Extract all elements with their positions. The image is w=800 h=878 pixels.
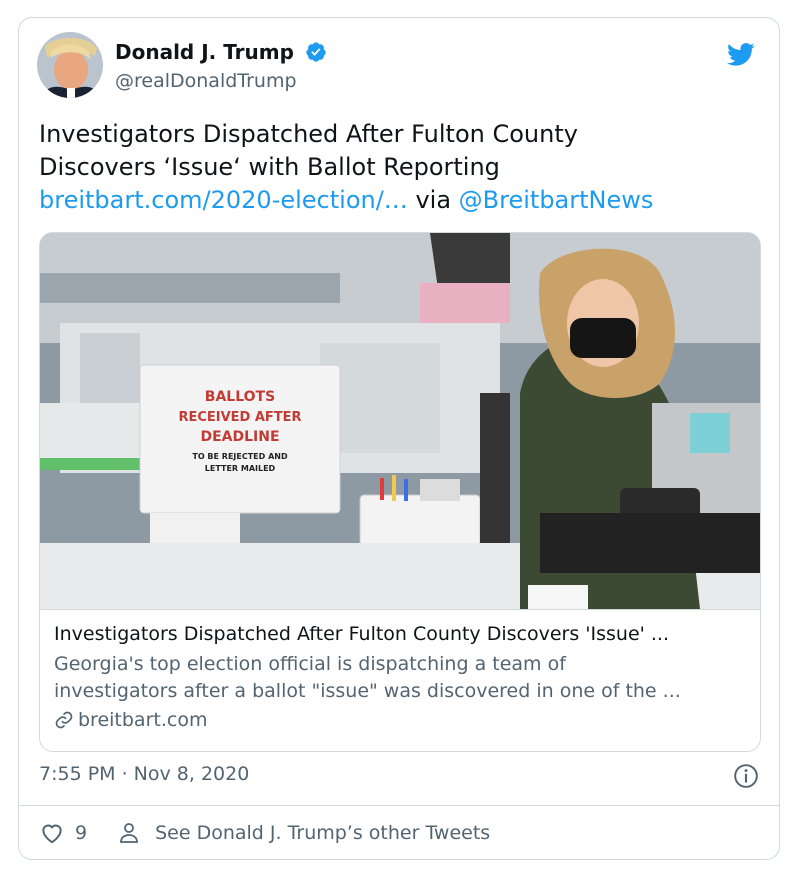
- other-tweets-link[interactable]: See Donald J. Trump’s other Tweets: [117, 820, 490, 846]
- tweet-link[interactable]: breitbart.com/2020-election/…: [39, 186, 408, 214]
- info-icon[interactable]: [733, 763, 759, 789]
- link-icon: [55, 711, 73, 729]
- link-card[interactable]: BALLOTS RECEIVED AFTER DEADLINE TO BE RE…: [39, 232, 761, 752]
- tweet-text-line-1: Investigators Dispatched After Fulton Co…: [39, 120, 578, 148]
- mention-link[interactable]: @BreitbartNews: [459, 186, 654, 214]
- author-handle[interactable]: @realDonaldTrump: [115, 70, 297, 92]
- tweet-text-line-2: Discovers ‘Issue‘ with Ballot Reporting: [39, 153, 500, 181]
- heart-icon: [42, 824, 62, 844]
- author-name[interactable]: Donald J. Trump: [115, 40, 294, 64]
- sign-line-2: RECEIVED AFTER: [178, 410, 301, 425]
- sign-line-5: LETTER MAILED: [205, 464, 276, 473]
- other-tweets-label: See Donald J. Trump’s other Tweets: [155, 822, 491, 844]
- sign-line-3: DEADLINE: [200, 429, 279, 445]
- tweet-timestamp[interactable]: 7:55 PM · Nov 8, 2020: [39, 763, 249, 785]
- via-text: via: [415, 186, 452, 214]
- sign-line-4: TO BE REJECTED AND: [192, 452, 288, 461]
- card-image[interactable]: BALLOTS RECEIVED AFTER DEADLINE TO BE RE…: [40, 233, 761, 610]
- like-button[interactable]: 9: [39, 820, 87, 846]
- like-count: 9: [75, 822, 88, 844]
- card-domain[interactable]: breitbart.com: [54, 709, 207, 731]
- tweet-card: Donald J. Trump @realDonaldTrump Investi…: [18, 17, 780, 860]
- sign-line-1: BALLOTS: [205, 389, 275, 405]
- person-icon: [120, 823, 138, 843]
- verified-badge-icon: [306, 42, 326, 62]
- tweet-text: Investigators Dispatched After Fulton Co…: [39, 118, 759, 217]
- card-description: Georgia's top election official is dispa…: [54, 651, 748, 705]
- avatar[interactable]: [37, 32, 103, 98]
- tweet-actions: 9 See Donald J. Trump’s other Tweets: [39, 818, 490, 848]
- card-description-line-2: investigators after a ballot "issue" was…: [54, 680, 681, 702]
- divider: [19, 805, 779, 806]
- card-domain-text: breitbart.com: [78, 709, 208, 731]
- twitter-bird-icon[interactable]: [725, 40, 757, 68]
- card-title[interactable]: Investigators Dispatched After Fulton Co…: [54, 623, 748, 645]
- card-description-line-1: Georgia's top election official is dispa…: [54, 653, 566, 675]
